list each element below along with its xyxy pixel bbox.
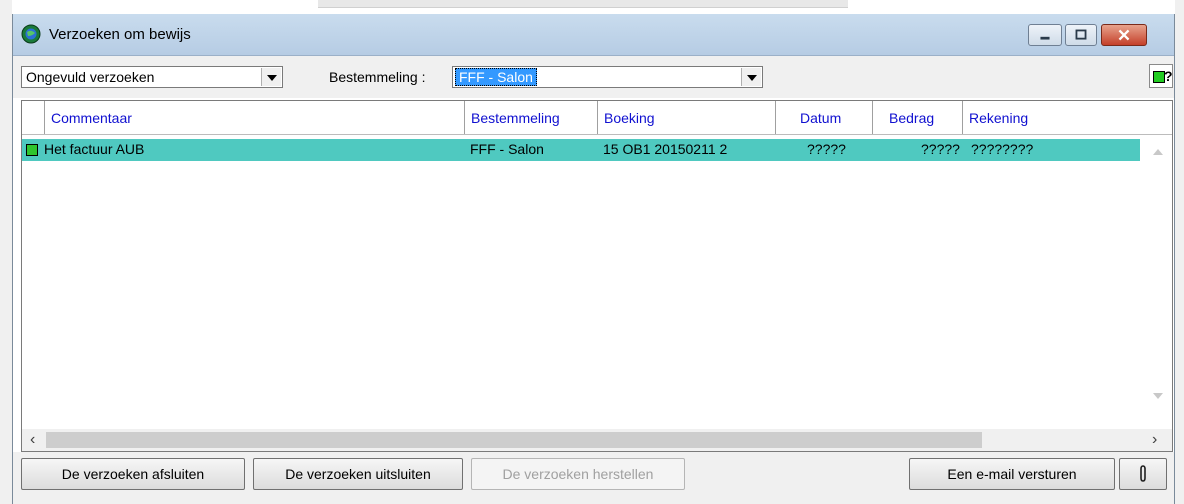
scroll-left-icon[interactable]: ‹ (30, 432, 35, 448)
requests-table: Commentaar Bestemmeling Boeking Datum Be… (21, 100, 1173, 452)
scroll-right-icon[interactable]: › (1152, 432, 1157, 448)
parent-window-edge (318, 0, 848, 8)
requests-window: Verzoeken om bewijs Ongevuld verzoeken B… (12, 14, 1175, 504)
send-email-button[interactable]: Een e-mail versturen (909, 458, 1115, 490)
filter-dropdown[interactable]: Ongevuld verzoeken (21, 66, 283, 88)
column-header-rekening[interactable]: Rekening (962, 101, 1172, 134)
table-header: Commentaar Bestemmeling Boeking Datum Be… (22, 101, 1172, 135)
column-header-commentaar[interactable]: Commentaar (44, 101, 464, 134)
help-label: ? (1164, 68, 1173, 84)
close-button[interactable] (1101, 24, 1147, 46)
column-header-datum[interactable]: Datum (775, 101, 872, 134)
attachment-button[interactable] (1119, 458, 1167, 490)
maximize-button[interactable] (1065, 24, 1097, 46)
cell-rekening: ???????? (971, 141, 1034, 157)
cell-bestemmeling: FFF - Salon (470, 141, 544, 157)
toolbar: Ongevuld verzoeken Bestemmeling : FFF - … (13, 56, 1174, 98)
button-bar: De verzoeken afsluiten De verzoeken uits… (13, 452, 1174, 504)
close-requests-button[interactable]: De verzoeken afsluiten (21, 458, 245, 490)
destination-label: Bestemmeling : (329, 69, 426, 85)
minimize-button[interactable] (1028, 24, 1062, 46)
chevron-down-icon[interactable] (261, 68, 281, 86)
destination-dropdown[interactable]: FFF - Salon (452, 66, 763, 88)
destination-value: FFF - Salon (455, 68, 537, 86)
chevron-down-icon[interactable] (741, 68, 761, 86)
scroll-up-icon[interactable] (1153, 149, 1163, 155)
background-right (1175, 0, 1184, 504)
close-icon (1118, 29, 1130, 41)
horizontal-scrollbar[interactable]: ‹ › (22, 429, 1172, 451)
scroll-down-icon[interactable] (1153, 393, 1163, 399)
column-header-bedrag[interactable]: Bedrag (872, 101, 962, 134)
cell-datum: ????? (807, 141, 846, 157)
restore-requests-button: De verzoeken herstellen (471, 458, 685, 490)
scrollbar-thumb[interactable] (46, 432, 982, 448)
table-row[interactable]: Het factuur AUB FFF - Salon 15 OB1 20150… (22, 139, 1140, 161)
status-square-icon (26, 144, 38, 156)
minimize-icon (1040, 36, 1050, 40)
cell-bedrag: ????? (921, 141, 960, 157)
legend-help-button[interactable]: ? (1149, 64, 1173, 88)
column-header-boeking[interactable]: Boeking (597, 101, 775, 134)
filter-value: Ongevuld verzoeken (26, 69, 155, 85)
title-bar[interactable]: Verzoeken om bewijs (13, 14, 1174, 56)
paperclip-icon (1140, 465, 1146, 482)
cell-commentaar: Het factuur AUB (44, 141, 145, 157)
exclude-requests-button[interactable]: De verzoeken uitsluiten (253, 458, 463, 490)
maximize-icon (1075, 29, 1087, 40)
vertical-scrollbar[interactable] (1146, 139, 1170, 435)
column-header-bestemmeling[interactable]: Bestemmeling (464, 101, 597, 134)
cell-boeking: 15 OB1 20150211 2 (603, 141, 728, 157)
app-globe-icon (21, 24, 41, 44)
background-left (0, 0, 12, 504)
window-title: Verzoeken om bewijs (49, 26, 191, 43)
column-header-status (22, 101, 44, 134)
